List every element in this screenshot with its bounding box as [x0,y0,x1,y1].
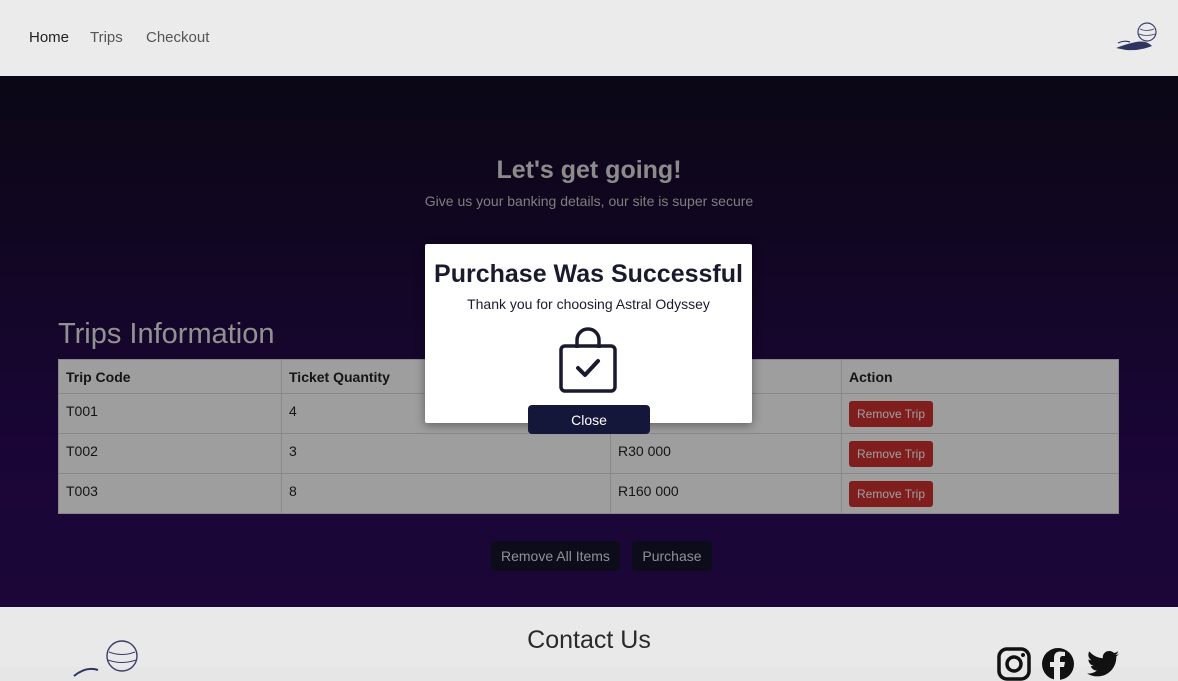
purchase-success-modal: Purchase Was Successful Thank you for ch… [425,244,752,423]
top-nav: Home Trips Checkout [0,0,1178,77]
nav-home-link[interactable]: Home [29,29,69,46]
nav-trips-link[interactable]: Trips [90,29,123,46]
instagram-icon[interactable] [997,647,1031,681]
facebook-icon[interactable] [1041,647,1075,681]
astral-odyssey-logo[interactable] [1112,20,1158,54]
twitter-icon[interactable] [1086,647,1120,681]
modal-close-button[interactable]: Close [528,405,650,434]
modal-message: Thank you for choosing Astral Odyssey [467,296,710,312]
modal-title: Purchase Was Successful [434,260,743,288]
footer: Contact Us [0,607,1178,681]
nav-checkout-link[interactable]: Checkout [146,29,209,46]
shopping-bag-check-icon [559,327,617,393]
